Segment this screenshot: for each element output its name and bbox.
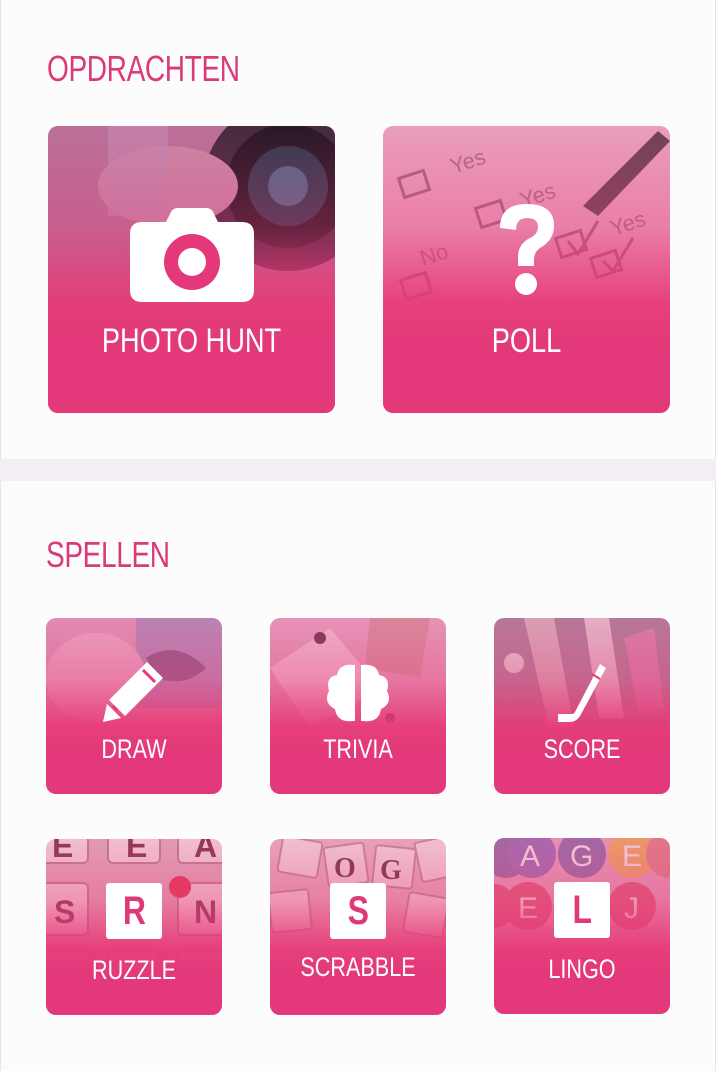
camera-icon: [129, 208, 254, 307]
tile-poll[interactable]: Yes Yes Yes No POLL: [383, 126, 670, 413]
tile-label: PHOTO HUNT: [101, 322, 282, 360]
tile-label: TRIVIA: [323, 734, 393, 764]
tile-trivia[interactable]: TRIVIA: [270, 618, 446, 794]
tile-lingo[interactable]: A G E E J L LINGO: [494, 838, 670, 1014]
tile-ruzzle[interactable]: E E A S N R RUZZLE: [46, 839, 222, 1015]
letter-tile-s: S: [330, 883, 386, 939]
tile-photo-hunt[interactable]: PHOTO HUNT: [48, 126, 335, 413]
tile-label: RUZZLE: [91, 955, 176, 985]
hockey-stick-icon: [556, 662, 608, 729]
tile-label: SCORE: [543, 734, 621, 764]
tile-label: DRAW: [101, 734, 167, 764]
question-mark-icon: [492, 202, 562, 303]
section-title-spellen: SPELLEN: [46, 534, 170, 575]
tile-scrabble[interactable]: O G S SCRABBLE: [270, 839, 446, 1015]
tile-label: LINGO: [548, 954, 616, 984]
brain-icon: [325, 663, 391, 730]
pencil-icon: [103, 660, 165, 727]
tile-label: POLL: [491, 322, 562, 360]
tile-score[interactable]: SCORE: [494, 618, 670, 794]
letter-tile-r: R: [106, 883, 162, 939]
tile-label: SCRABBLE: [300, 952, 416, 982]
opdrachten-section: OPDRACHTEN PHOTO HUNT POLL: [0, 0, 716, 459]
section-title-opdrachten: OPDRACHTEN: [47, 48, 240, 89]
letter-tile-l: L: [554, 882, 610, 938]
tile-draw[interactable]: DRAW: [46, 618, 222, 794]
